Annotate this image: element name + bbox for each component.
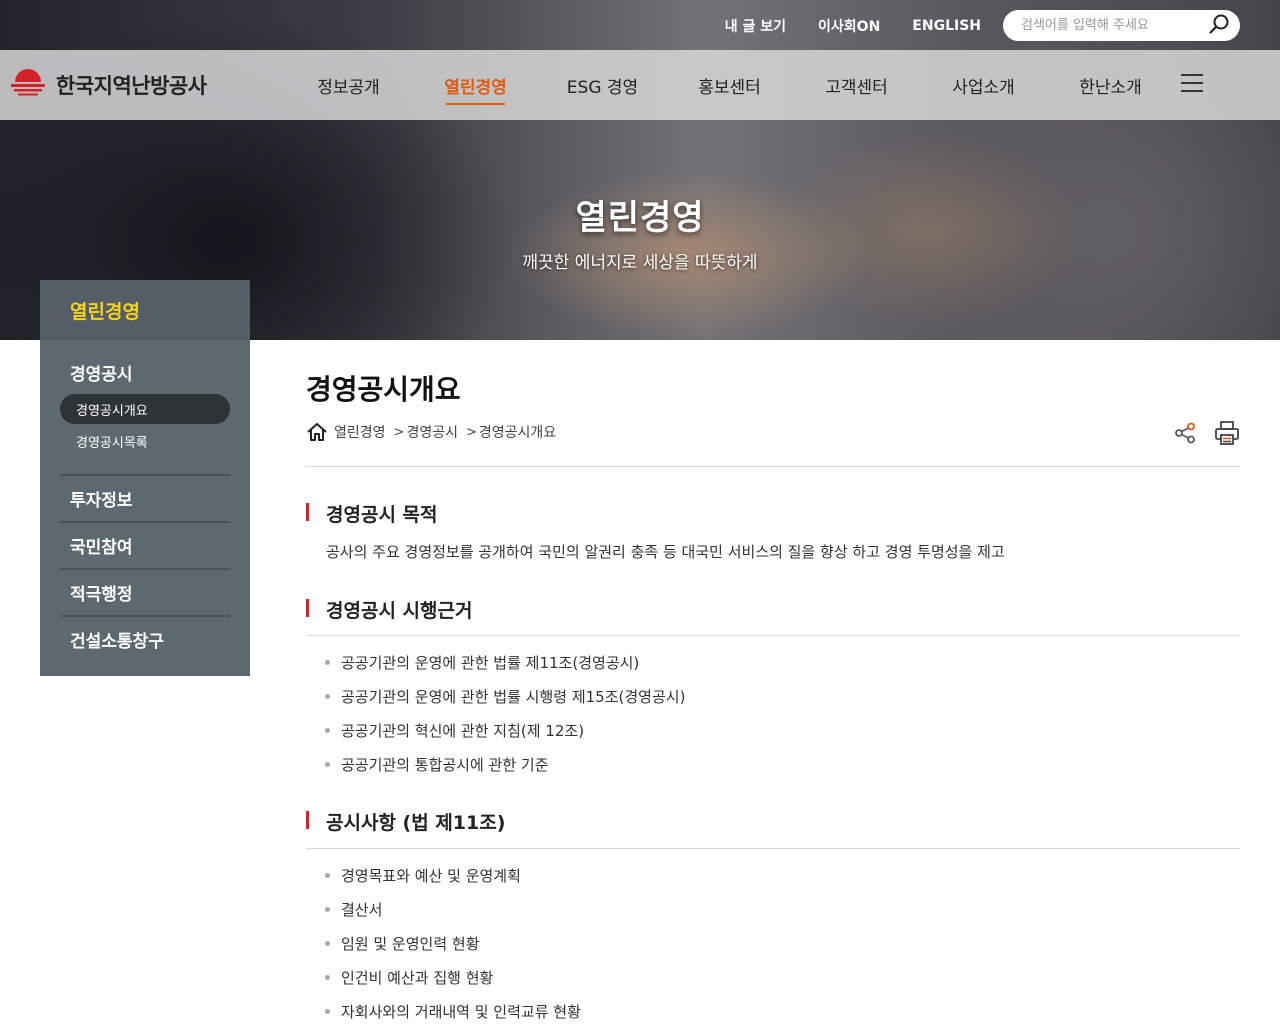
disclosure-items-list: 경영목표와 예산 및 운영계획 결산서 임원 및 운영인력 현황 인건비 예산과…: [324, 858, 581, 1024]
sun-logo-icon: [10, 66, 46, 104]
section-title-purpose: 경영공시 목적: [306, 500, 438, 527]
lnb-item-public-participation[interactable]: 국민참여: [60, 521, 230, 568]
chevron-right-icon: >: [465, 424, 477, 440]
section-title-disclosure-items: 공시사항 (법 제11조): [306, 808, 505, 835]
gnb-item-pr-center[interactable]: 홍보센터: [666, 50, 793, 120]
search-box: [1003, 10, 1240, 41]
list-item: 인건비 예산과 집행 현황: [324, 960, 581, 994]
gnb-item-open-management[interactable]: 열린경영: [412, 50, 539, 120]
list-item: 경영목표와 예산 및 운영계획: [324, 858, 581, 892]
lnb-body: 경영공시 경영공시개요 경영공시목록 투자정보 국민참여 적극행정 건설소통창구: [40, 340, 250, 676]
list-item: 공공기관의 통합공시에 관한 기준: [324, 747, 685, 781]
side-navigation: 열린경영 경영공시 경영공시개요 경영공시목록 투자정보 국민참여 적극행정 건…: [40, 280, 250, 676]
board-on-link[interactable]: 이사회ON: [818, 16, 880, 36]
gnb-item-customer-center[interactable]: 고객센터: [793, 50, 920, 120]
section-title-legal-basis: 경영공시 시행근거: [306, 596, 472, 623]
page-title: 경영공시개요: [306, 373, 461, 406]
hero-subtitle: 깨끗한 에너지로 세상을 따뜻하게: [522, 253, 758, 273]
menu-icon[interactable]: [1181, 74, 1203, 94]
gnb-item-esg[interactable]: ESG 경영: [539, 50, 666, 120]
section-text-purpose: 공사의 주요 경영정보를 공개하여 국민의 알권리 충족 등 대국민 서비스의 …: [326, 543, 1005, 561]
gnb-item-business[interactable]: 사업소개: [920, 50, 1047, 120]
lnb-item-investment[interactable]: 투자정보: [60, 474, 230, 521]
my-posts-link[interactable]: 내 글 보기: [725, 16, 786, 36]
divider: [306, 635, 1240, 636]
search-icon[interactable]: [1208, 13, 1230, 39]
hero-title: 열린경영: [575, 198, 705, 238]
utility-bar: 내 글 보기 이사회ON ENGLISH: [725, 10, 1240, 41]
logo[interactable]: 한국지역난방공사: [10, 68, 207, 102]
breadcrumb-current: 경영공시개요: [478, 425, 557, 441]
lnb-spacer: [60, 458, 230, 474]
lnb-sub-overview[interactable]: 경영공시개요: [60, 394, 230, 424]
print-icon[interactable]: [1214, 420, 1240, 450]
share-icon[interactable]: [1174, 422, 1196, 448]
lnb-item-proactive-admin[interactable]: 적극행정: [60, 568, 230, 615]
legal-basis-list: 공공기관의 운영에 관한 법률 제11조(경영공시) 공공기관의 운영에 관한 …: [324, 645, 685, 781]
divider: [306, 466, 1240, 467]
divider: [306, 848, 1240, 849]
gnb-menu: 정보공개 열린경영 ESG 경영 홍보센터 고객센터 사업소개 한난소개: [285, 50, 1174, 120]
search-input[interactable]: [1021, 18, 1208, 33]
list-item: 결산서: [324, 892, 581, 926]
list-item: 자회사와의 거래내역 및 인력교류 현황: [324, 994, 581, 1024]
logo-text: 한국지역난방공사: [56, 74, 207, 98]
main-navigation: 한국지역난방공사 정보공개 열린경영 ESG 경영 홍보센터 고객센터 사업소개…: [0, 50, 1280, 120]
english-link[interactable]: ENGLISH: [912, 18, 981, 34]
list-item: 공공기관의 혁신에 관한 지침(제 12조): [324, 713, 685, 747]
lnb-group-business-disclosure[interactable]: 경영공시: [60, 350, 230, 394]
gnb-item-about[interactable]: 한난소개: [1047, 50, 1174, 120]
breadcrumb-item[interactable]: 경영공시: [406, 422, 458, 442]
breadcrumb-item[interactable]: 열린경영: [334, 422, 386, 442]
gnb-item-info-disclosure[interactable]: 정보공개: [285, 50, 412, 120]
list-item: 공공기관의 운영에 관한 법률 제11조(경영공시): [324, 645, 685, 679]
lnb-item-construction-comm[interactable]: 건설소통창구: [60, 615, 230, 662]
list-item: 임원 및 운영인력 현황: [324, 926, 581, 960]
lnb-title: 열린경영: [40, 280, 250, 340]
page-tools: [1174, 420, 1240, 450]
list-item: 공공기관의 운영에 관한 법률 시행령 제15조(경영공시): [324, 679, 685, 713]
lnb-sub-list[interactable]: 경영공시목록: [60, 426, 230, 456]
home-icon[interactable]: [306, 422, 328, 442]
chevron-right-icon: >: [393, 424, 405, 440]
breadcrumb: 열린경영 > 경영공시 > 경영공시개요: [306, 422, 556, 442]
